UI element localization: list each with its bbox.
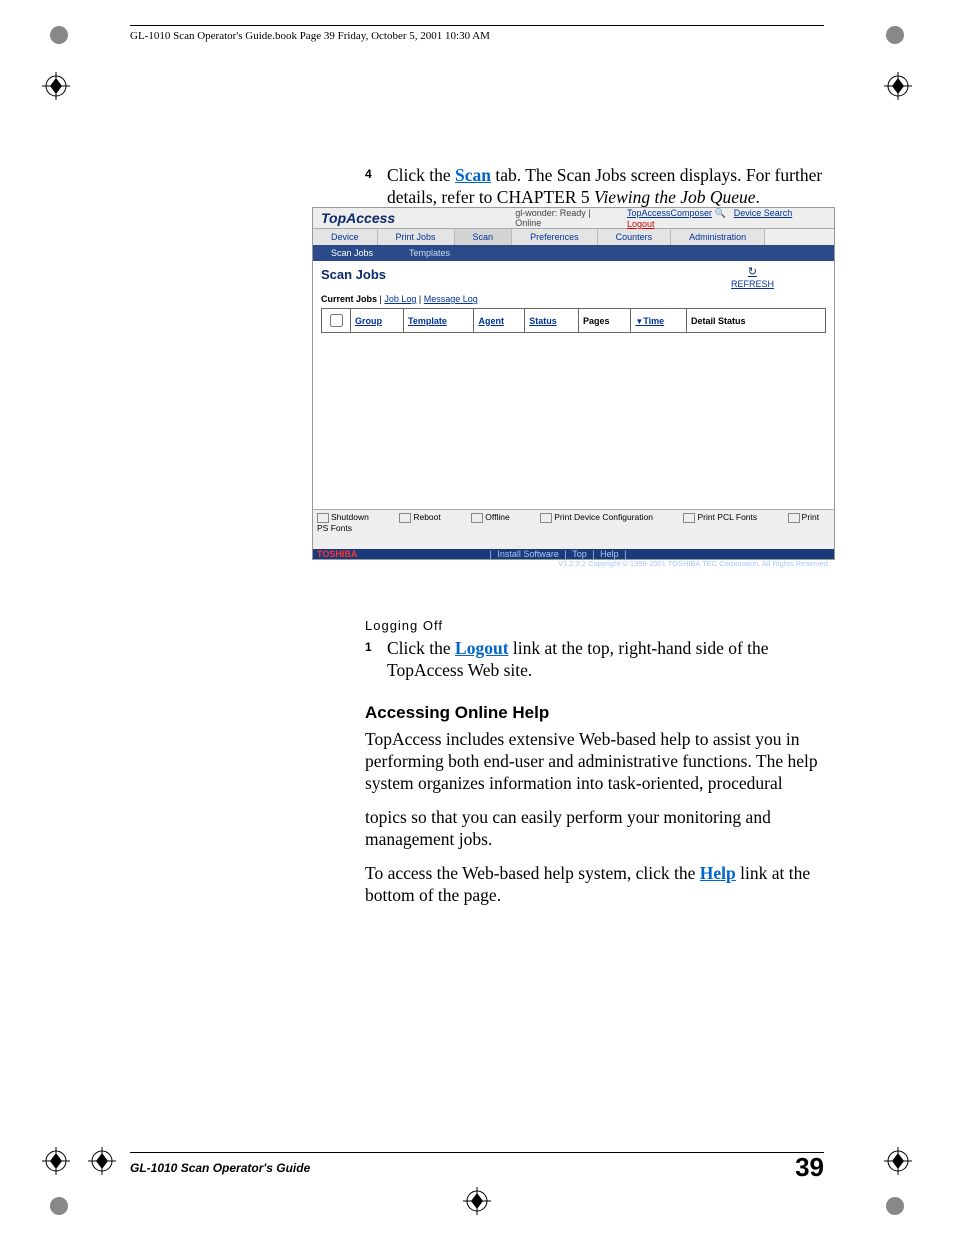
button-icon: [399, 513, 411, 523]
install-software-link[interactable]: Install Software: [497, 549, 559, 559]
main-tabs: Device Print Jobs Scan Preferences Count…: [313, 228, 834, 245]
corner-ball-bl: [50, 1197, 68, 1215]
crop-mark-icon: [88, 1147, 116, 1175]
corner-ball-tl: [50, 26, 68, 44]
tab-counters[interactable]: Counters: [598, 229, 672, 245]
crumb-current: Current Jobs: [321, 294, 377, 304]
page-number: 39: [795, 1152, 824, 1183]
footer-title: GL-1010 Scan Operator's Guide: [130, 1161, 310, 1175]
help-para-3: To access the Web-based help system, cli…: [365, 863, 835, 907]
lower-content: Logging Off 1 Click the Logout link at t…: [365, 590, 835, 918]
step-text: Click the Logout link at the top, right-…: [387, 638, 769, 680]
col-status[interactable]: Status: [525, 309, 579, 333]
copyright-text: V1.2.3.2 Copyright © 1999-2001 TOSHIBA T…: [558, 559, 834, 569]
brand-logo: TopAccess: [317, 210, 395, 226]
topaccess-screenshot: TopAccess gl-wonder: Ready | Online TopA…: [312, 207, 835, 560]
step-text: Click the Scan tab. The Scan Jobs screen…: [387, 165, 822, 207]
step-1: 1 Click the Logout link at the top, righ…: [365, 638, 835, 682]
logout-link[interactable]: Logout: [627, 219, 655, 229]
step-number: 1: [365, 640, 372, 655]
print-device-config-button[interactable]: Print Device Configuration: [540, 512, 667, 522]
offline-button[interactable]: Offline: [471, 512, 523, 522]
fig-topbar: TopAccess gl-wonder: Ready | Online TopA…: [313, 208, 834, 228]
device-status: gl-wonder: Ready | Online: [515, 208, 619, 228]
scan-link[interactable]: Scan: [455, 165, 491, 185]
help-link[interactable]: Help: [700, 863, 736, 883]
running-header: GL-1010 Scan Operator's Guide.book Page …: [130, 30, 490, 42]
crop-mark-icon: [463, 1187, 491, 1215]
col-group[interactable]: Group: [351, 309, 404, 333]
reboot-button[interactable]: Reboot: [399, 512, 454, 522]
refresh-icon: ↻: [748, 265, 757, 278]
fig-action-bar: Shutdown Reboot Offline Print Device Con…: [313, 509, 834, 535]
crumb-joblog[interactable]: Job Log: [384, 294, 416, 304]
button-icon: [317, 513, 329, 523]
composer-link[interactable]: TopAccessComposer: [627, 208, 712, 218]
button-icon: [471, 513, 483, 523]
step-4: 4 Click the Scan tab. The Scan Jobs scre…: [365, 165, 835, 209]
scan-jobs-panel: Scan Jobs ↻ REFRESH Current Jobs | Job L…: [313, 261, 834, 535]
col-pages[interactable]: Pages: [579, 309, 631, 333]
footer-rule: [130, 1152, 824, 1153]
col-time[interactable]: ▼Time: [631, 309, 687, 333]
col-detail[interactable]: Detail Status: [687, 309, 826, 333]
top-links: TopAccessComposer 🔍 Device Search Logout: [619, 208, 830, 229]
corner-ball-tr: [886, 26, 904, 44]
button-icon: [788, 513, 800, 523]
help-para-2: topics so that you can easily perform yo…: [365, 807, 835, 851]
logging-off-heading: Logging Off: [365, 618, 835, 634]
col-checkbox[interactable]: [322, 309, 351, 333]
tab-print-jobs[interactable]: Print Jobs: [378, 229, 455, 245]
tab-administration[interactable]: Administration: [671, 229, 765, 245]
subtab-scan-jobs[interactable]: Scan Jobs: [313, 245, 391, 261]
crop-mark-icon: [42, 1147, 70, 1175]
crumb-msglog[interactable]: Message Log: [424, 294, 478, 304]
bottom-links: | Install Software | Top | Help |: [490, 549, 627, 559]
online-help-heading: Accessing Online Help: [365, 702, 835, 723]
col-template[interactable]: Template: [404, 309, 474, 333]
crop-mark-icon: [884, 72, 912, 100]
step-number: 4: [365, 167, 372, 182]
subtab-templates[interactable]: Templates: [391, 245, 468, 261]
job-view-crumbs: Current Jobs | Job Log | Message Log: [321, 294, 826, 304]
logout-link-text[interactable]: Logout: [455, 638, 508, 658]
col-agent[interactable]: Agent: [474, 309, 525, 333]
top-link[interactable]: Top: [572, 549, 587, 559]
corner-ball-br: [886, 1197, 904, 1215]
sub-tabs: Scan Jobs Templates: [313, 245, 834, 261]
shutdown-button[interactable]: Shutdown: [317, 512, 383, 522]
tab-preferences[interactable]: Preferences: [512, 229, 598, 245]
select-all-checkbox[interactable]: [330, 314, 343, 327]
button-icon: [540, 513, 552, 523]
print-pcl-button[interactable]: Print PCL Fonts: [683, 512, 771, 522]
help-link-fig[interactable]: Help: [600, 549, 619, 559]
search-icon: 🔍: [715, 208, 726, 218]
jobs-table: Group Template Agent Status Pages ▼Time …: [321, 308, 826, 333]
tab-scan[interactable]: Scan: [455, 229, 513, 245]
toshiba-bar: TOSHIBA | Install Software | Top | Help …: [313, 549, 834, 559]
device-search-link[interactable]: Device Search: [734, 208, 793, 218]
button-icon: [683, 513, 695, 523]
help-para-1: TopAccess includes extensive Web-based h…: [365, 729, 835, 795]
footer-actions: Shutdown Reboot Offline Print Device Con…: [317, 512, 830, 533]
refresh-link[interactable]: ↻ REFRESH: [731, 265, 774, 289]
tab-device[interactable]: Device: [313, 229, 378, 245]
header-rule: [130, 25, 824, 26]
crop-mark-icon: [42, 72, 70, 100]
toshiba-logo: TOSHIBA: [317, 549, 357, 559]
crop-mark-icon: [884, 1147, 912, 1175]
